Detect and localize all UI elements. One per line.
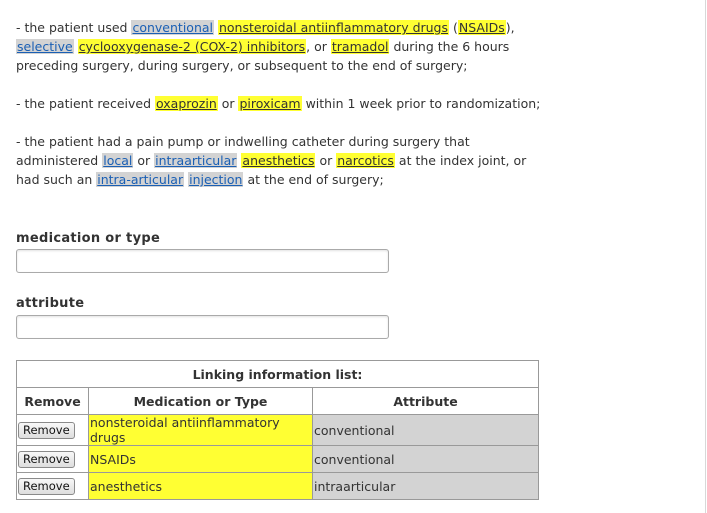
paragraph-text: ), — [505, 20, 515, 35]
paragraph-text: , or — [306, 39, 331, 54]
medication-term-narcotics[interactable]: narcotics — [336, 153, 395, 168]
paragraph-text: or — [315, 153, 337, 168]
remove-cell: Remove — [16, 414, 89, 446]
attribute-term-local[interactable]: local — [102, 153, 134, 168]
attribute-term-intraarticular[interactable]: intraarticular — [154, 153, 238, 168]
table-row: Remove nonsteroidal antiinflammatory dru… — [16, 414, 539, 446]
medication-term-nsaid-drugs[interactable]: nonsteroidal antiinflammatory drugs — [217, 20, 450, 35]
exclusion-paragraph-nsaids: - the patient used conventional nonstero… — [16, 18, 546, 75]
attribute-cell: conventional — [312, 445, 539, 473]
attribute-term-conventional[interactable]: conventional — [131, 20, 214, 35]
medication-cell: nonsteroidal antiinflammatory drugs — [88, 414, 313, 446]
attribute-cell: conventional — [312, 414, 539, 446]
attribute-cell: intraarticular — [312, 472, 539, 500]
exclusion-paragraph-oxaprozin: - the patient received oxaprozin or piro… — [16, 94, 546, 113]
remove-cell: Remove — [16, 472, 89, 500]
paragraph-text: - the patient received — [16, 96, 156, 111]
remove-button[interactable]: Remove — [18, 450, 75, 468]
exclusion-paragraph-catheter: - the patient had a pain pump or indwell… — [16, 132, 546, 189]
remove-button[interactable]: Remove — [18, 421, 75, 439]
paragraph-text: within 1 week prior to randomization; — [301, 96, 541, 111]
column-header-attribute: Attribute — [312, 387, 539, 415]
table-row: Remove NSAIDs conventional — [16, 445, 539, 473]
medication-term-nsaids[interactable]: NSAIDs — [457, 20, 506, 35]
medication-term-anesthetics[interactable]: anesthetics — [241, 153, 316, 168]
medication-cell: NSAIDs — [88, 445, 313, 473]
medication-term-cox2-inhibitors[interactable]: cyclooxygenase-2 (COX-2) inhibitors — [77, 39, 307, 54]
remove-cell: Remove — [16, 445, 89, 473]
remove-button[interactable]: Remove — [18, 477, 75, 495]
linking-table-title: Linking information list: — [16, 360, 539, 388]
attribute-input[interactable] — [16, 315, 389, 339]
column-header-remove: Remove — [16, 387, 89, 415]
medication-input[interactable] — [16, 249, 389, 273]
attribute-term-injection[interactable]: injection — [188, 172, 244, 187]
linking-information-table: Linking information list: Remove Medicat… — [16, 360, 539, 500]
attribute-term-intra-articular[interactable]: intra-articular — [96, 172, 185, 187]
medication-cell: anesthetics — [88, 472, 313, 500]
medication-term-oxaprozin[interactable]: oxaprozin — [155, 96, 218, 111]
medication-term-tramadol[interactable]: tramadol — [330, 39, 390, 54]
attribute-field-label: attribute — [16, 296, 85, 311]
paragraph-text: ( — [449, 20, 458, 35]
medication-term-piroxicam[interactable]: piroxicam — [238, 96, 302, 111]
column-header-medication: Medication or Type — [88, 387, 313, 415]
paragraph-text: or — [217, 96, 239, 111]
table-row: Remove anesthetics intraarticular — [16, 472, 539, 500]
medication-field-label: medication or type — [16, 231, 161, 246]
paragraph-text: - the patient used — [16, 20, 132, 35]
paragraph-text: or — [133, 153, 155, 168]
paragraph-text: at the end of surgery; — [243, 172, 384, 187]
attribute-term-selective[interactable]: selective — [16, 39, 74, 54]
